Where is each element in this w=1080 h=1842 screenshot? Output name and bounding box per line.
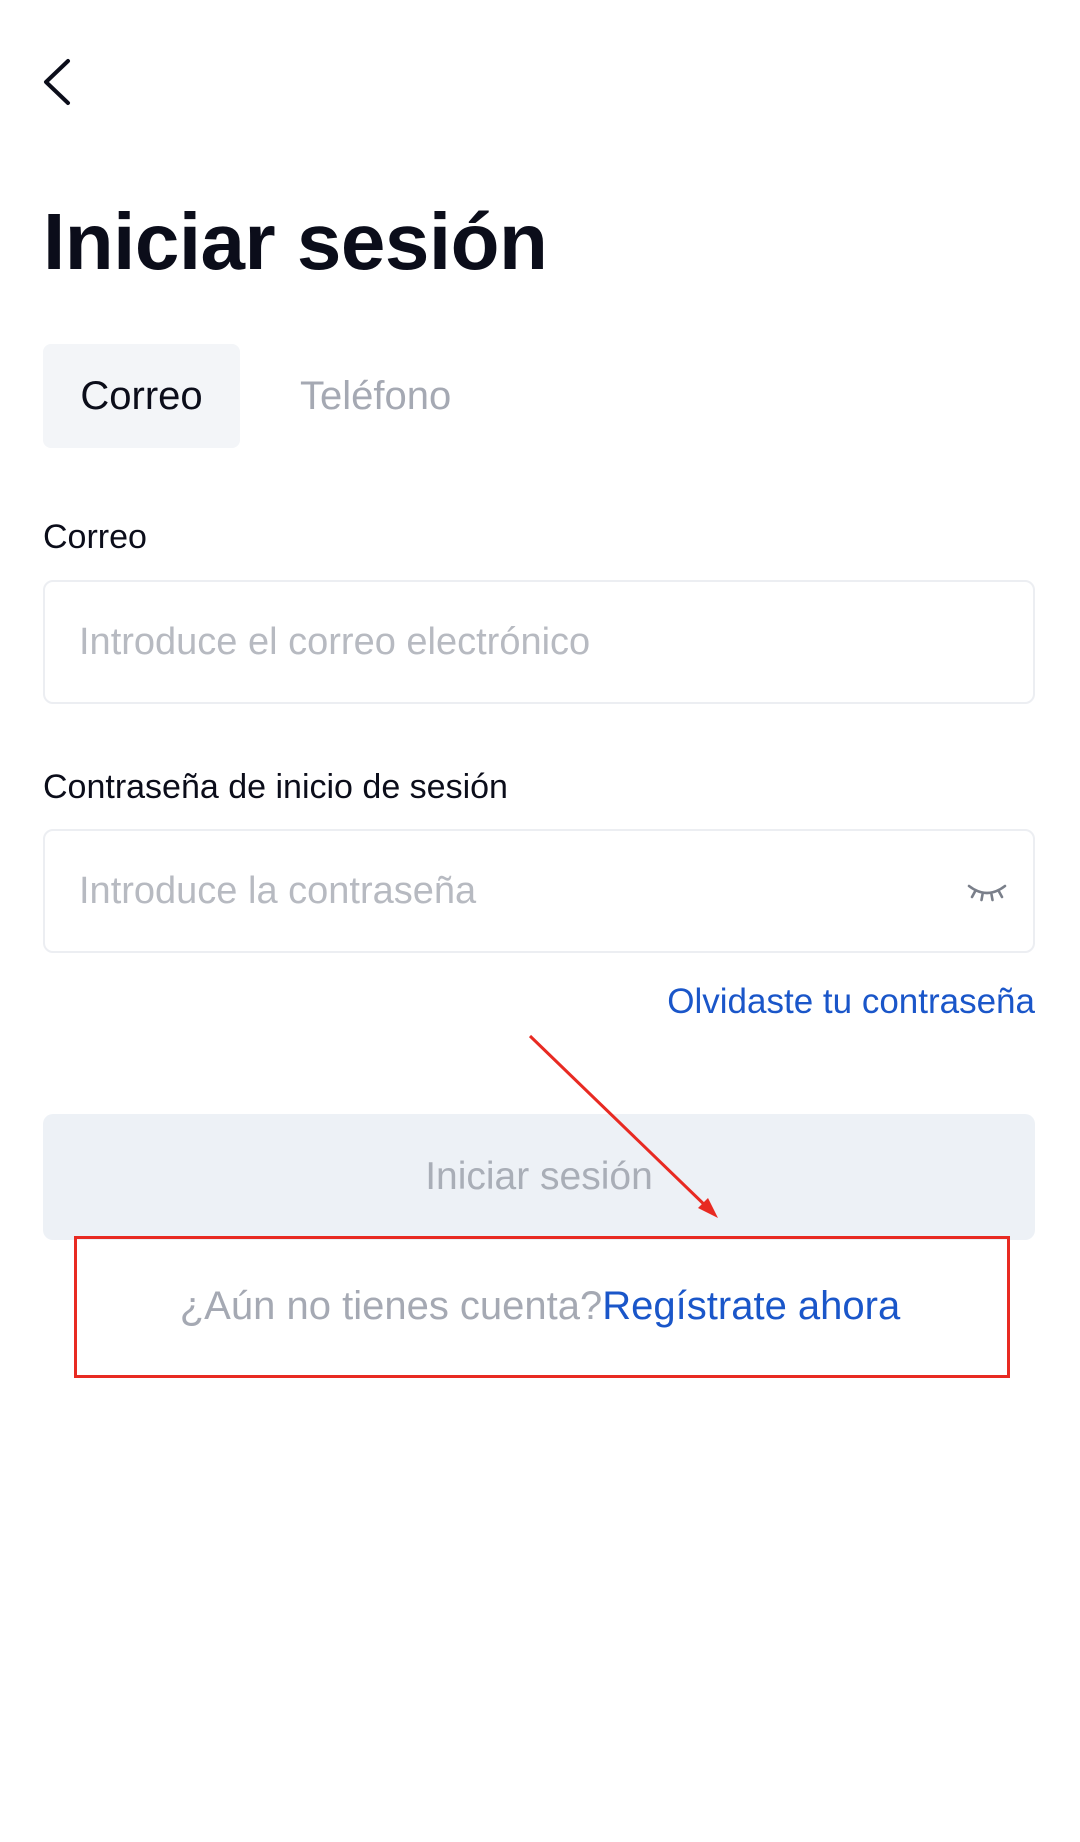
back-button[interactable]: [38, 56, 78, 108]
chevron-left-icon: [44, 59, 70, 105]
password-field-container: [43, 829, 1035, 953]
password-input[interactable]: [79, 831, 959, 951]
register-link[interactable]: Regístrate ahora: [602, 1284, 900, 1328]
page-title: Iniciar sesión: [43, 197, 548, 286]
forgot-password-link[interactable]: Olvidaste tu contraseña: [667, 980, 1035, 1024]
email-field-container: [43, 580, 1035, 704]
email-input[interactable]: [79, 582, 959, 702]
eye-closed-icon[interactable]: [965, 869, 1009, 913]
tab-email[interactable]: Correo: [43, 344, 240, 448]
register-question: ¿Aún no tienes cuenta?: [179, 1284, 603, 1328]
login-button[interactable]: Iniciar sesión: [43, 1114, 1035, 1240]
email-label: Correo: [43, 518, 147, 556]
password-label: Contraseña de inicio de sesión: [43, 768, 508, 806]
tab-phone[interactable]: Teléfono: [280, 344, 471, 448]
login-method-tabs: Correo Teléfono: [43, 344, 471, 448]
register-prompt: ¿Aún no tienes cuenta?Regístrate ahora: [0, 1280, 1080, 1332]
login-screen: Iniciar sesión Correo Teléfono Correo Co…: [0, 0, 1080, 1842]
